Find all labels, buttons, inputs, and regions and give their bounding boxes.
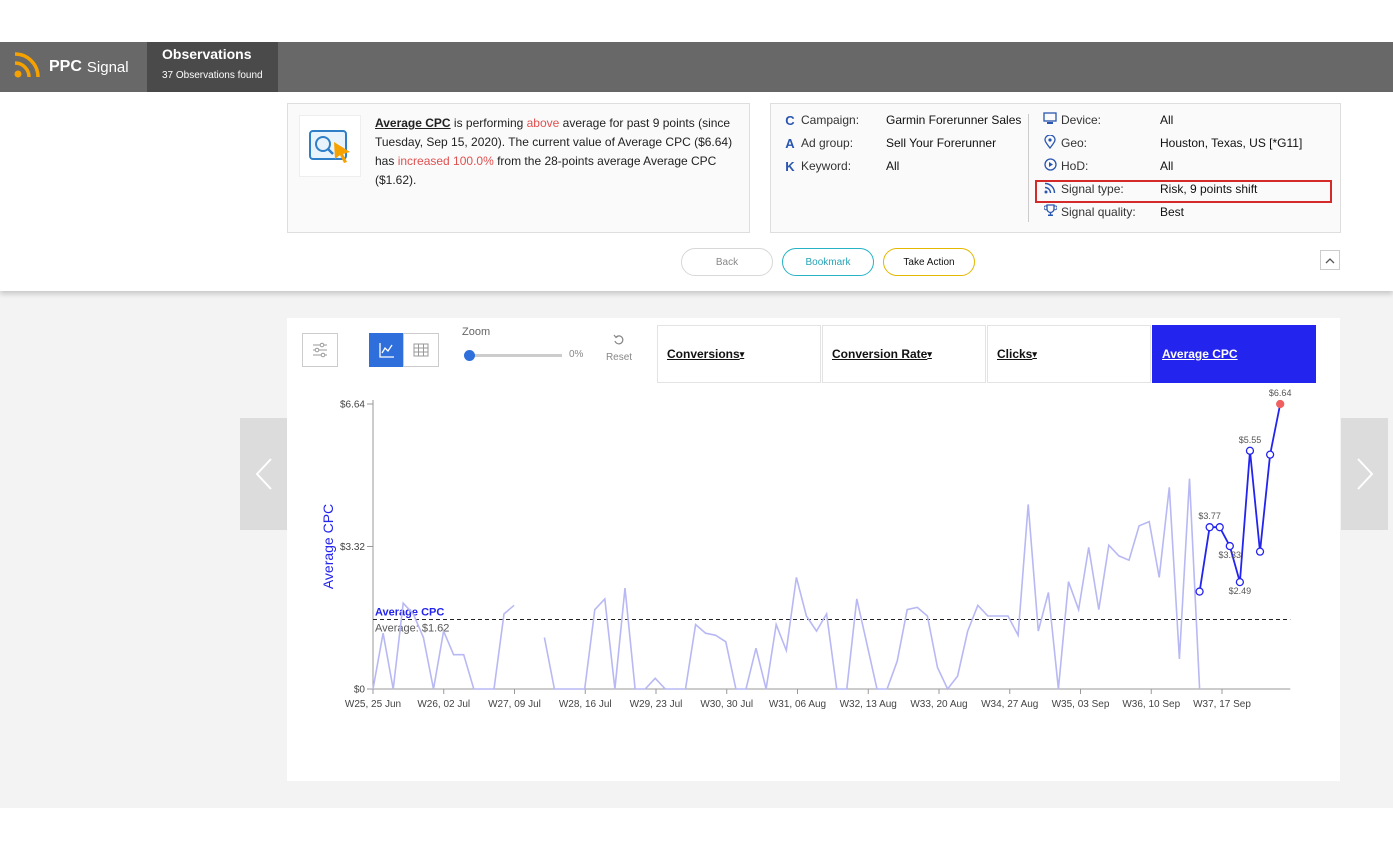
x-tick-label: W31, 06 Aug	[769, 699, 826, 710]
observation-panel: Average CPC is performing above average …	[0, 92, 1393, 291]
campaign-label: Campaign:	[801, 113, 860, 127]
observation-details-card: C Campaign: Garmin Forerunner Sales A Ad…	[770, 103, 1341, 233]
hod-value: All	[1160, 159, 1174, 173]
observations-title: Observations	[162, 46, 252, 62]
x-tick-label: W29, 23 Jul	[630, 699, 683, 710]
bookmark-button[interactable]: Bookmark	[782, 248, 874, 276]
back-button[interactable]: Back	[681, 248, 773, 276]
chevron-right-icon	[1356, 458, 1373, 490]
collapse-panel-button[interactable]	[1320, 250, 1340, 270]
keyword-icon: K	[785, 158, 795, 174]
y-tick-label: $6.64	[340, 400, 365, 411]
top-bar: PPC Signal Observations 37 Observations …	[0, 42, 1393, 92]
signal-quality-value: Best	[1160, 205, 1185, 219]
signal-type-value: Risk, 9 points shift	[1160, 182, 1258, 196]
data-point	[1235, 577, 1245, 587]
x-tick-label: W32, 13 Aug	[840, 699, 897, 710]
chevron-up-icon	[1325, 257, 1335, 263]
y-axis-title: Average CPC	[320, 504, 336, 589]
brand-logo[interactable]: PPC Signal	[14, 42, 129, 92]
data-point	[1276, 399, 1285, 409]
x-tick-label: W36, 10 Sep	[1122, 699, 1180, 710]
device-icon	[1042, 112, 1058, 128]
data-point	[1265, 450, 1275, 459]
detail-device: Device: All	[1042, 110, 1173, 130]
adgroup-icon: A	[785, 135, 795, 151]
adgroup-value: Sell Your Forerunner	[886, 136, 997, 150]
data-point	[1215, 523, 1224, 532]
location-pin-icon	[1042, 133, 1058, 152]
detail-signal-type: Signal type: Risk, 9 points shift	[1042, 179, 1257, 199]
observation-magnifier-icon	[299, 115, 361, 177]
campaign-icon: C	[785, 112, 795, 128]
clock-icon	[1042, 158, 1058, 174]
average-line-label: Average CPC	[375, 606, 444, 618]
average-value-label: Average: $1.62	[375, 622, 449, 634]
trophy-icon	[1042, 204, 1058, 220]
device-label: Device:	[1061, 113, 1102, 127]
y-tick-label: $3.32	[340, 542, 365, 553]
observation-metric-link[interactable]: Average CPC	[375, 116, 451, 130]
observation-change: increased 100.0%	[397, 154, 494, 168]
signal-quality-label: Signal quality:	[1061, 205, 1136, 219]
geo-value: Houston, Texas, US [*G11]	[1160, 136, 1303, 150]
keyword-label: Keyword:	[801, 159, 852, 173]
next-observation-button[interactable]	[1341, 418, 1388, 530]
campaign-value: Garmin Forerunner Sales	[886, 113, 1022, 127]
x-tick-label: W26, 02 Jul	[417, 699, 470, 710]
data-point	[1255, 547, 1265, 556]
detail-hod: HoD: All	[1042, 156, 1173, 176]
adgroup-label: Ad group:	[801, 136, 854, 150]
geo-label: Geo:	[1061, 136, 1088, 150]
rss-icon	[14, 51, 49, 83]
detail-adgroup: A Ad group: Sell Your Forerunner	[782, 133, 996, 153]
brand-signal: Signal	[86, 58, 129, 76]
details-divider	[1028, 114, 1029, 222]
y-tick-label: $0	[354, 685, 366, 696]
x-tick-label: W33, 20 Aug	[910, 699, 967, 710]
detail-campaign: C Campaign: Garmin Forerunner Sales	[782, 110, 1021, 130]
average-cpc-chart: $0 $3.32 $6.64 Average CPC W25, 25 Jun W26, 0…	[320, 388, 1292, 710]
x-tick-label: W28, 16 Jul	[559, 699, 612, 710]
data-label: $3.77	[1198, 511, 1221, 521]
x-tick-label: W30, 30 Jul	[700, 699, 753, 710]
data-label: $3.33	[1219, 550, 1242, 560]
device-value: All	[1160, 113, 1174, 127]
x-tick-label: W25, 25 Jun	[345, 699, 401, 710]
x-tick-label: W27, 09 Jul	[488, 699, 541, 710]
data-point	[1245, 446, 1255, 455]
data-label: $6.64	[1269, 388, 1292, 398]
observation-direction: above	[526, 116, 560, 130]
observation-text-1: is performing	[450, 116, 527, 130]
data-label: $5.55	[1239, 435, 1262, 445]
observation-text: Average CPC is performing above average …	[375, 114, 740, 190]
detail-signal-quality: Signal quality: Best	[1042, 202, 1184, 222]
previous-observation-button[interactable]	[240, 418, 287, 530]
keyword-value: All	[886, 159, 900, 173]
hod-label: HoD:	[1061, 159, 1089, 173]
observations-count: 37 Observations found	[162, 70, 263, 81]
observation-summary-card: Average CPC is performing above average …	[287, 103, 750, 233]
history-series-line	[372, 478, 1201, 691]
data-point	[1195, 587, 1204, 596]
x-tick-label: W35, 03 Sep	[1052, 699, 1110, 710]
signal-rss-icon	[1042, 182, 1058, 197]
observations-tab[interactable]: Observations 37 Observations found	[147, 42, 278, 92]
detail-keyword: K Keyword: All	[782, 156, 899, 176]
data-point	[1225, 541, 1234, 551]
take-action-button[interactable]: Take Action	[883, 248, 975, 276]
data-point	[1205, 523, 1214, 532]
current-series-line	[1198, 403, 1282, 592]
data-label: $2.49	[1229, 586, 1252, 596]
brand-ppc: PPC	[49, 58, 82, 75]
chevron-left-icon	[255, 458, 272, 490]
detail-geo: Geo: Houston, Texas, US [*G11]	[1042, 133, 1302, 153]
x-tick-label: W37, 17 Sep	[1193, 699, 1251, 710]
x-tick-label: W34, 27 Aug	[981, 699, 1038, 710]
chart-card: Zoom 0% Reset Conversions ▾ Conversion Ra…	[287, 318, 1340, 781]
signal-type-label: Signal type:	[1061, 182, 1124, 196]
